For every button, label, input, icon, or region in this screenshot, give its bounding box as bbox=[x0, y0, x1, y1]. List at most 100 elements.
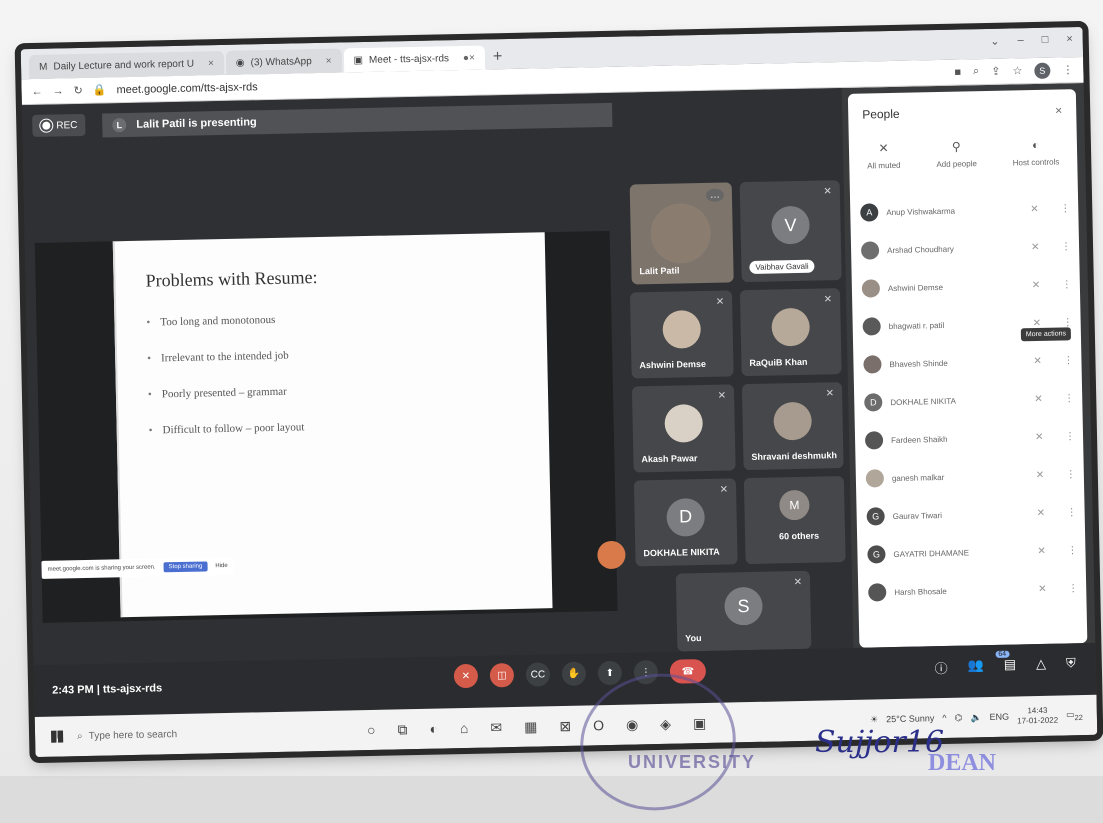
maximize-icon[interactable]: □ bbox=[1042, 34, 1049, 47]
participant-tile-raquib[interactable]: ✕ RaQuiB Khan bbox=[739, 288, 842, 377]
tab-whatsapp[interactable]: ◉ (3) WhatsApp × bbox=[225, 48, 342, 75]
mic-off-icon: ✕ bbox=[1037, 545, 1046, 557]
share-icon[interactable]: ⇪ bbox=[991, 65, 1000, 78]
more-actions-icon[interactable]: ⋮ bbox=[1062, 279, 1072, 290]
participant-tile-dokhale[interactable]: ✕ D DOKHALE NIKITA bbox=[633, 478, 738, 567]
participant-name: Lalit Patil bbox=[639, 265, 680, 277]
activities-icon[interactable]: △ bbox=[1036, 656, 1046, 675]
more-actions-icon[interactable]: ⋮ bbox=[1060, 203, 1070, 214]
edge-icon[interactable]: ◐ bbox=[429, 720, 438, 737]
more-actions-icon[interactable]: ⋮ bbox=[1067, 545, 1077, 556]
meet-side-controls: ⓘ 👥 64 ▤ △ ⛨ bbox=[934, 650, 1076, 677]
mic-off-button[interactable]: ✕ bbox=[453, 663, 479, 689]
star-icon[interactable]: ☆ bbox=[1012, 64, 1022, 77]
participant-tile-akash[interactable]: ✕ Akash Pawar bbox=[631, 384, 736, 473]
store-icon[interactable]: ⌂ bbox=[460, 719, 469, 736]
participant-tile-lalit[interactable]: … Lalit Patil bbox=[629, 182, 734, 285]
meeting-code: tts-ajsx-rds bbox=[102, 682, 163, 696]
close-icon[interactable]: × bbox=[208, 58, 214, 69]
hide-button[interactable]: Hide bbox=[215, 563, 227, 569]
participant-avatar: A bbox=[860, 203, 879, 222]
more-actions-icon[interactable]: ⋮ bbox=[1061, 241, 1071, 252]
taskbar-search[interactable]: ⌕ Type here to search bbox=[77, 718, 298, 751]
menu-icon[interactable]: ⋮ bbox=[1062, 63, 1073, 76]
all-muted-button[interactable]: ✕ All muted bbox=[867, 141, 901, 177]
participant-tile-shravani[interactable]: ✕ Shravani deshmukh bbox=[741, 382, 844, 471]
lang-indicator[interactable]: ENG bbox=[990, 712, 1010, 722]
network-icon[interactable]: ⌬ bbox=[954, 712, 962, 723]
back-icon[interactable]: ← bbox=[31, 85, 42, 97]
participant-row[interactable]: Harsh Bhosale ✕ ⋮ bbox=[868, 569, 1078, 611]
captions-button[interactable]: CC bbox=[525, 662, 551, 687]
more-actions-icon[interactable]: ⋮ bbox=[1063, 317, 1073, 328]
volume-icon[interactable]: 🔈 bbox=[970, 712, 981, 723]
slide-bullet: Poorly presented – grammar bbox=[148, 385, 304, 401]
profile-avatar[interactable]: S bbox=[1034, 62, 1051, 79]
participant-row[interactable]: ganesh malkar ✕ ⋮ bbox=[865, 455, 1076, 497]
record-icon bbox=[40, 119, 53, 132]
mic-off-icon: ✕ bbox=[719, 484, 729, 496]
present-button[interactable]: ⬆ bbox=[597, 660, 623, 686]
participant-avatar bbox=[860, 241, 880, 260]
weather-text[interactable]: 25°C Sunny bbox=[886, 713, 934, 724]
new-tab-button[interactable]: + bbox=[493, 45, 503, 69]
reload-icon[interactable]: ↻ bbox=[73, 84, 82, 97]
close-icon[interactable]: × bbox=[1055, 103, 1062, 117]
more-options-icon[interactable]: … bbox=[705, 188, 725, 202]
participant-tile-vaibhav[interactable]: ✕ V Vaibhav Gavali bbox=[739, 180, 842, 283]
info-icon[interactable]: ⓘ bbox=[934, 658, 947, 677]
participant-tile-ashwini[interactable]: ✕ Ashwini Demse bbox=[629, 290, 734, 379]
taskbar-clock[interactable]: 14:43 17-01-2022 bbox=[1017, 706, 1058, 727]
camera-icon[interactable]: ■ bbox=[954, 66, 961, 78]
forward-icon[interactable]: → bbox=[52, 85, 63, 97]
more-actions-icon[interactable]: ⋮ bbox=[1068, 583, 1078, 594]
participant-avatar bbox=[861, 279, 881, 298]
raise-hand-button[interactable]: ✋ bbox=[561, 661, 587, 686]
app-icon[interactable]: ⊠ bbox=[559, 717, 571, 734]
chat-icon[interactable]: ▤ bbox=[1004, 656, 1017, 675]
more-actions-icon[interactable]: ⋮ bbox=[1065, 431, 1075, 442]
add-people-button[interactable]: ⚲ Add people bbox=[936, 139, 977, 175]
chevron-down-icon[interactable]: ⌄ bbox=[990, 35, 999, 48]
mic-off-icon: ✕ bbox=[1035, 469, 1045, 481]
close-icon[interactable]: ●× bbox=[463, 52, 475, 63]
participant-row[interactable]: A Anup Vishwakarma ✕ ⋮ bbox=[860, 189, 1070, 231]
participant-row[interactable]: Fardeen Shaikh ✕ ⋮ bbox=[864, 417, 1075, 459]
camera-off-button[interactable]: ◫ bbox=[489, 663, 515, 688]
host-controls-button[interactable]: ◐ Host controls bbox=[1012, 137, 1060, 173]
participant-avatar bbox=[868, 583, 887, 602]
more-actions-icon[interactable]: ⋮ bbox=[1067, 507, 1077, 518]
chevron-up-icon[interactable]: ^ bbox=[942, 713, 946, 723]
stop-sharing-button[interactable]: Stop sharing bbox=[163, 561, 208, 573]
participant-tile-others[interactable]: M 60 others bbox=[743, 476, 846, 565]
mail-icon[interactable]: ✉ bbox=[490, 719, 502, 736]
participant-row[interactable]: Arshad Choudhary ✕ ⋮ bbox=[860, 227, 1071, 269]
close-icon[interactable]: × bbox=[326, 55, 332, 66]
tab-meet[interactable]: ▣ Meet - tts-ajsx-rds ●× bbox=[343, 45, 486, 73]
close-window-icon[interactable]: × bbox=[1066, 33, 1073, 46]
minimize-icon[interactable]: – bbox=[1017, 34, 1023, 47]
notifications-icon[interactable]: ▭22 bbox=[1066, 709, 1083, 722]
url-input[interactable]: meet.google.com/tts-ajsx-rds bbox=[116, 81, 257, 96]
more-actions-icon[interactable]: ⋮ bbox=[1063, 355, 1073, 366]
participant-row[interactable]: G GAYATRI DHAMANE ✕ ⋮ bbox=[867, 531, 1078, 573]
search-icon[interactable]: ⌕ bbox=[973, 65, 979, 78]
participant-tile-you[interactable]: ✕ S You bbox=[675, 570, 812, 652]
participant-row[interactable]: G Gaurav Tiwari ✕ ⋮ bbox=[866, 493, 1077, 535]
windows-start-icon[interactable] bbox=[50, 730, 64, 743]
more-actions-icon[interactable]: ⋮ bbox=[1064, 393, 1074, 404]
more-actions-icon[interactable]: ⋮ bbox=[1066, 469, 1076, 480]
people-icon[interactable]: 👥 64 bbox=[967, 650, 1010, 676]
participant-avatar bbox=[865, 469, 885, 488]
participant-row[interactable]: D DOKHALE NIKITA ✕ ⋮ bbox=[864, 379, 1074, 421]
tab-label: Daily Lecture and work report U bbox=[53, 58, 195, 73]
host-controls-icon[interactable]: ⛨ bbox=[1066, 655, 1076, 674]
participant-row[interactable]: Bhavesh Shinde ✕ ⋮ bbox=[863, 341, 1074, 383]
slide-bullets: Too long and monotonous Irrelevant to th… bbox=[146, 313, 305, 460]
slide-bullet: Too long and monotonous bbox=[146, 313, 302, 328]
mic-off-icon: ✕ bbox=[793, 576, 803, 589]
cortana-icon[interactable]: ○ bbox=[367, 721, 376, 738]
app-icon[interactable]: ▦ bbox=[524, 718, 538, 735]
participant-row[interactable]: Ashwini Demse ✕ ⋮ bbox=[861, 265, 1072, 307]
task-view-icon[interactable]: ⧉ bbox=[397, 721, 407, 738]
